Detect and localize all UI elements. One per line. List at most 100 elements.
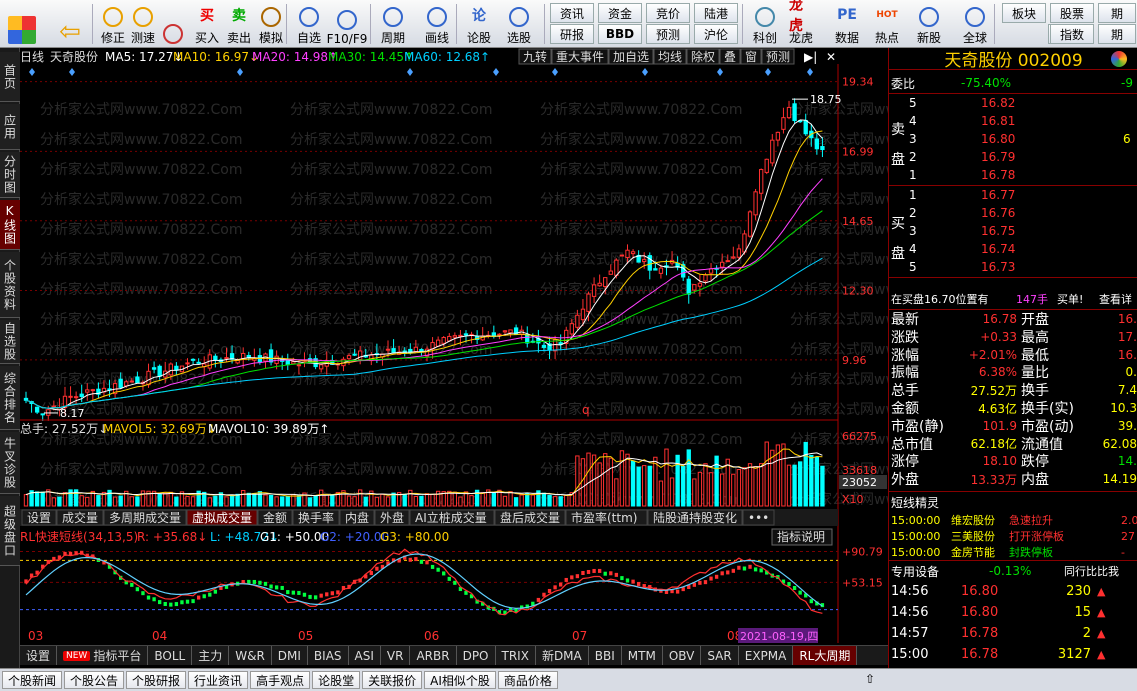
bottom-indicator-tab[interactable]: 新DMA	[536, 646, 589, 665]
color-palette-icon[interactable]	[1111, 51, 1127, 67]
page-tab[interactable]: 论股堂	[312, 671, 361, 689]
vtab-4[interactable]: 个股资料	[0, 252, 20, 318]
star-folder-button[interactable]: 自选	[292, 2, 326, 46]
expand-icon[interactable]: ▶|	[804, 50, 817, 64]
menu-grid-button[interactable]	[4, 2, 40, 46]
up-down-arrow-button[interactable]: 修正	[96, 2, 130, 46]
bottom-indicator-tab[interactable]: NEW 指标平台	[57, 646, 149, 665]
quick-link-button[interactable]: 研报	[550, 24, 594, 44]
new-stock-button[interactable]: 新股	[912, 2, 946, 46]
stat-value: 14.19	[1102, 472, 1137, 487]
bottom-indicator-tab[interactable]: 主力	[192, 646, 230, 665]
f10-button[interactable]: F10/F9	[327, 2, 367, 46]
bottom-indicator-tab[interactable]: ASI	[349, 646, 381, 665]
bottom-indicator-tab[interactable]: RL大周期	[793, 646, 858, 665]
hammer-button[interactable]: 模拟	[254, 2, 288, 46]
quick-link-button[interactable]: 预测	[646, 24, 690, 44]
page-tab[interactable]: 高手观点	[250, 671, 311, 689]
vtab-2[interactable]: 分时图	[0, 152, 20, 198]
bottom-indicator-tab[interactable]: 设置	[20, 646, 58, 665]
data-pe-button[interactable]: PE 数据	[830, 2, 864, 46]
quick-link-button[interactable]: 竞价	[646, 3, 690, 23]
bottom-indicator-tab[interactable]: MTM	[622, 646, 663, 665]
vtab-1[interactable]: 应用	[0, 104, 20, 150]
vtab-3[interactable]: K线图	[0, 200, 20, 250]
quick-link-button[interactable]: 期	[1098, 3, 1136, 23]
scroll-up-icon[interactable]: ⇧	[862, 671, 878, 687]
close-chart-icon[interactable]: ✕	[826, 50, 836, 64]
quick-link-button[interactable]: 板块	[1002, 3, 1046, 23]
watermark-text: 分析家公式网www.70822.Com	[790, 311, 888, 328]
candle-body	[168, 363, 173, 376]
clock-button[interactable]	[156, 2, 190, 46]
bottom-indicator-tab[interactable]: BBI	[589, 646, 622, 665]
volume-bar	[564, 494, 569, 507]
ma-ma20: MA20: 14.98↑	[252, 50, 338, 64]
dragon-tiger-button[interactable]: 龙虎 龙虎	[784, 0, 818, 46]
sector-compare-link[interactable]: 同行比比我	[1064, 562, 1119, 580]
discuss-button[interactable]: 论论股	[462, 2, 496, 46]
bottom-indicator-tab[interactable]: EXPMA	[739, 646, 794, 665]
volume-bar	[720, 473, 725, 507]
indicator-bar	[564, 577, 568, 582]
page-tab[interactable]: 个股研报	[126, 671, 187, 689]
toolbar-button-label: 新股	[916, 31, 941, 45]
stock-select-button[interactable]: 选股	[502, 2, 536, 46]
quick-link-button[interactable]: 指数	[1050, 24, 1094, 44]
quick-link-button[interactable]: 资讯	[550, 3, 594, 23]
back-button[interactable]: ⇦	[52, 2, 88, 47]
bottom-indicator-tab[interactable]: DMI	[272, 646, 308, 665]
page-tab[interactable]: AI相似个股	[424, 671, 496, 689]
sci-button[interactable]: 科创	[748, 2, 782, 46]
indicator-bar	[263, 581, 268, 586]
quick-link-button[interactable]: 资金	[598, 3, 642, 23]
volume-bar	[263, 494, 268, 507]
bottom-indicator-tab[interactable]: TRIX	[496, 646, 536, 665]
bottom-indicator-tab[interactable]: SAR	[701, 646, 739, 665]
view-detail-link[interactable]: 查看详	[1099, 290, 1132, 308]
vtab-5[interactable]: 自选股	[0, 320, 20, 364]
page-tab[interactable]: 个股公告	[64, 671, 125, 689]
volume-bar	[753, 466, 758, 507]
volume-bar	[513, 497, 519, 507]
pencil-button[interactable]: 画线	[420, 2, 454, 46]
bottom-indicator-label: BIAS	[313, 648, 342, 663]
page-tab[interactable]: 关联报价	[362, 671, 423, 689]
bottom-indicator-tab[interactable]: DPO	[457, 646, 496, 665]
globe-button[interactable]: 全球	[958, 2, 992, 46]
sell-button[interactable]: 卖卖出	[222, 2, 256, 46]
watermark-text: 分析家公式网www.70822.Com	[540, 191, 742, 208]
quick-link-button[interactable]: 期	[1098, 24, 1136, 44]
vtab-0[interactable]: 首页	[0, 52, 20, 102]
period-button[interactable]: 周期	[376, 2, 410, 46]
page-tab[interactable]: 行业资讯	[188, 671, 249, 689]
bottom-indicator-tab[interactable]: VR	[381, 646, 411, 665]
quick-link-button[interactable]: 股票	[1050, 3, 1094, 23]
bottom-indicator-tab[interactable]: BOLL	[148, 646, 193, 665]
bottom-indicator-tab[interactable]: W&R	[229, 646, 272, 665]
quick-link-button[interactable]: BBD	[598, 24, 642, 44]
page-tab[interactable]: 商品价格	[497, 671, 558, 689]
bottom-indicator-tab[interactable]: ARBR	[410, 646, 457, 665]
page-tab[interactable]: 个股新闻	[2, 671, 63, 689]
indicator-bar	[375, 566, 379, 571]
vtab-7[interactable]: 牛叉诊股	[0, 432, 20, 494]
vtab-8[interactable]: 超级盘口	[0, 496, 20, 566]
kline-chart[interactable]: 分析家公式网www.70822.Com 分析家公式网www.70822.Com 分析…	[20, 48, 888, 645]
hot-button[interactable]: HOT 热点	[870, 2, 904, 46]
watermark-text: 分析家公式网www.70822.Com	[540, 251, 742, 268]
quick-link-button[interactable]: 沪伦	[694, 24, 738, 44]
volume-bar	[68, 489, 73, 507]
buy-level: 5	[909, 260, 917, 274]
quick-link-button[interactable]: 陆港	[694, 3, 738, 23]
speed-clock-button[interactable]: 测速	[126, 2, 160, 46]
sell-icon: 卖	[232, 8, 246, 24]
new-stock-icon	[919, 7, 939, 27]
bottom-indicator-tab[interactable]: BIAS	[308, 646, 349, 665]
volume-bar	[764, 441, 769, 507]
indicator-bar	[737, 565, 741, 570]
bottom-indicator-tab[interactable]: OBV	[663, 646, 702, 665]
candle-body	[79, 393, 84, 398]
vtab-6[interactable]: 综合排名	[0, 366, 20, 430]
buy-button[interactable]: 买买入	[190, 2, 224, 46]
